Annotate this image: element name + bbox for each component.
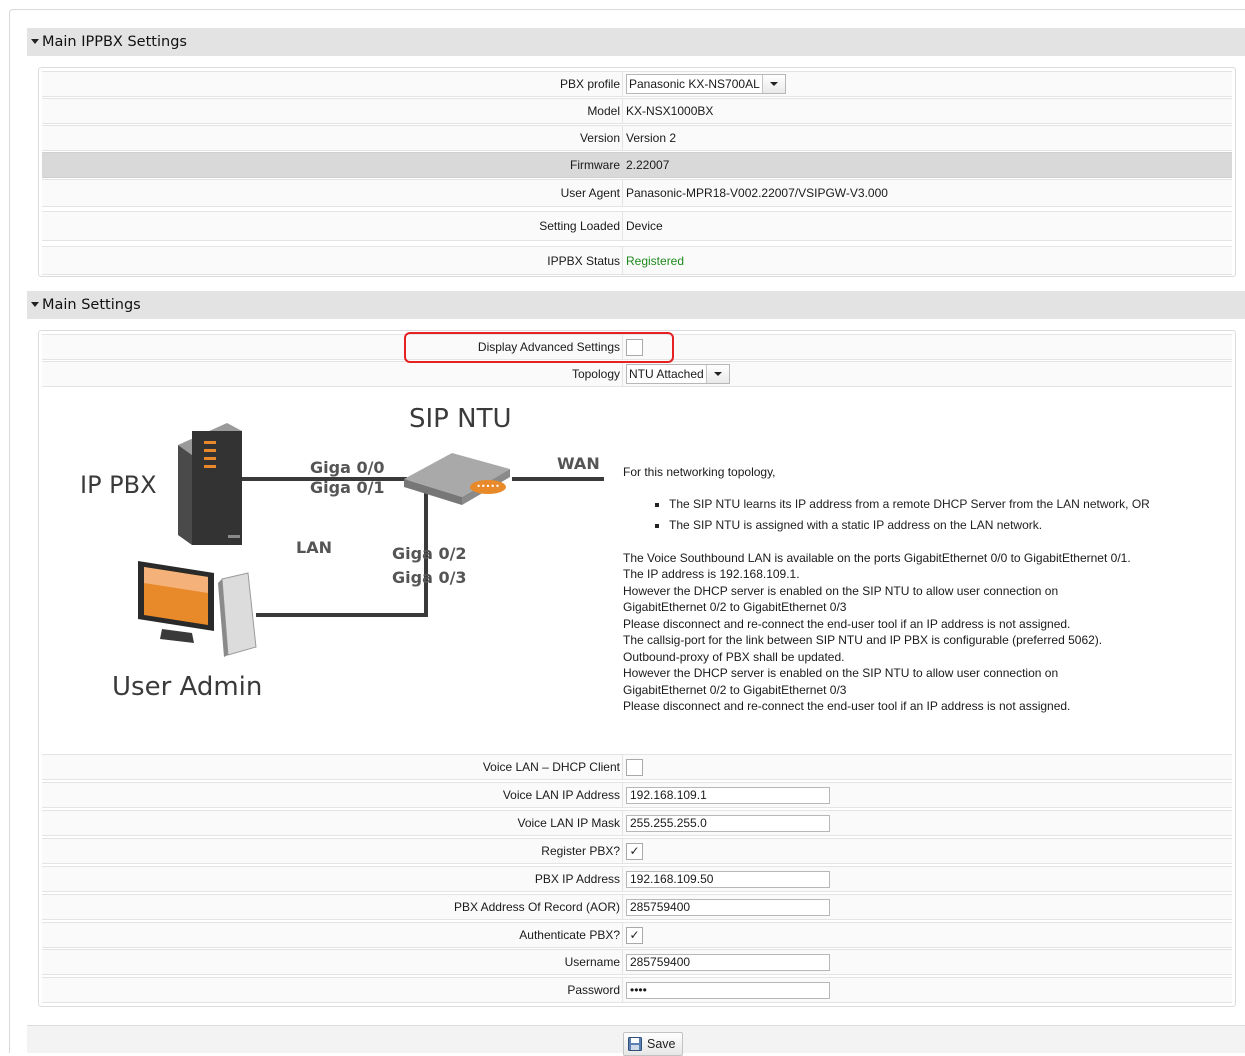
voice-lan-ip-input[interactable]	[626, 786, 830, 804]
diagram-label-giga00: Giga 0/0	[310, 458, 385, 477]
version-value: Version 2	[626, 131, 677, 145]
topology-line: Please disconnect and re-connect the end…	[623, 699, 1071, 713]
diagram-label-wan: WAN	[557, 454, 600, 473]
aor-input[interactable]	[626, 898, 830, 916]
floppy-disk-icon	[628, 1037, 642, 1051]
authenticate-pbx-checkbox[interactable]: ✓	[626, 926, 643, 944]
version-label: Version	[579, 131, 620, 145]
dhcp-client-checkbox[interactable]	[626, 758, 643, 776]
diagram-label-giga01: Giga 0/1	[310, 478, 385, 497]
pbx-profile-value: Panasonic KX-NS700AL	[629, 77, 760, 91]
row-register-pbx: Register PBX? ✓	[42, 838, 1232, 864]
save-button-label: Save	[647, 1037, 676, 1051]
topology-description: For this networking topology, The SIP NT…	[623, 393, 1229, 751]
topology-line: The IP address is 192.168.109.1.	[623, 567, 800, 581]
main-ippbx-panel: PBX profile Panasonic KX-NS700AL Model K…	[38, 67, 1236, 277]
dropdown-arrow-icon[interactable]	[761, 75, 785, 93]
section-header-main-ippbx[interactable]: Main IPPBX Settings	[27, 28, 1245, 56]
row-authenticate-pbx: Authenticate PBX? ✓	[42, 922, 1232, 948]
row-setting-loaded: Setting Loaded Device	[42, 211, 1232, 241]
firmware-label: Firmware	[570, 158, 620, 172]
ippbx-status-value: Registered	[626, 253, 685, 268]
section-title: Main IPPBX Settings	[42, 34, 187, 50]
row-model: Model KX-NSX1000BX	[42, 98, 1232, 124]
pbx-profile-select[interactable]: Panasonic KX-NS700AL	[626, 74, 786, 94]
row-voice-lan-ip: Voice LAN IP Address	[42, 782, 1232, 808]
pbx-ip-input[interactable]	[626, 870, 830, 888]
dropdown-arrow-icon[interactable]	[705, 365, 729, 383]
row-username: Username	[42, 949, 1232, 975]
topology-line: The Voice Southbound LAN is available on…	[623, 550, 1131, 565]
firmware-value: 2.22007	[626, 158, 670, 172]
main-settings-panel: Display Advanced Settings Topology NTU A…	[38, 330, 1236, 1007]
highlight-box	[404, 332, 674, 363]
row-password: Password	[42, 977, 1232, 1003]
register-pbx-label: Register PBX?	[541, 844, 620, 858]
row-firmware: Firmware 2.22007	[42, 152, 1232, 178]
setting-loaded-value: Device	[626, 219, 663, 233]
diagram-label-user-admin: User Admin	[112, 672, 262, 702]
collapse-triangle-icon[interactable]	[31, 301, 39, 307]
svg-text:•••••: •••••	[476, 482, 500, 491]
row-version: Version Version 2	[42, 125, 1232, 151]
topology-diagram: ••••• SIP NTU IP PBX WAN Giga 0/0 Giga 0…	[42, 393, 622, 751]
row-aor: PBX Address Of Record (AOR)	[42, 894, 1232, 920]
voice-lan-mask-label: Voice LAN IP Mask	[517, 816, 621, 830]
pbx-profile-label: PBX profile	[559, 77, 620, 91]
row-pbx-profile: PBX profile Panasonic KX-NS700AL	[42, 71, 1232, 97]
dhcp-client-label: Voice LAN – DHCP Client	[482, 760, 620, 774]
register-pbx-checkbox[interactable]: ✓	[626, 842, 643, 860]
topology-line: Please disconnect and re-connect the end…	[623, 616, 1071, 631]
diagram-label-giga02: Giga 0/2	[392, 544, 467, 563]
collapse-triangle-icon[interactable]	[31, 38, 39, 44]
row-user-agent: User Agent Panasonic-MPR18-V002.22007/VS…	[42, 179, 1232, 207]
topology-bullet: The SIP NTU is assigned with a static IP…	[669, 515, 1229, 536]
user-agent-value: Panasonic-MPR18-V002.22007/VSIPGW-V3.000	[626, 186, 888, 200]
topology-line: Outbound-proxy of PBX shall be updated.	[623, 649, 845, 664]
username-input[interactable]	[626, 953, 830, 971]
topology-bullet-list: The SIP NTU learns its IP address from a…	[623, 494, 1229, 536]
row-ippbx-status: IPPBX Status Registered	[42, 246, 1232, 275]
diagram-label-giga03: Giga 0/3	[392, 568, 467, 587]
diagram-label-lan: LAN	[296, 538, 332, 557]
password-label: Password	[567, 983, 620, 997]
topology-line: However the DHCP server is enabled on th…	[623, 583, 1059, 598]
section-title: Main Settings	[42, 297, 141, 313]
model-label: Model	[587, 104, 620, 118]
user-agent-label: User Agent	[560, 186, 620, 200]
topology-line: GigabitEthernet 0/2 to GigabitEthernet 0…	[623, 682, 847, 697]
topology-label: Topology	[571, 367, 620, 381]
password-input[interactable]	[626, 981, 830, 999]
topology-line: GigabitEthernet 0/2 to GigabitEthernet 0…	[623, 600, 847, 614]
voice-lan-mask-input[interactable]	[626, 814, 830, 832]
model-value: KX-NSX1000BX	[626, 104, 714, 118]
topology-select[interactable]: NTU Attached	[626, 364, 730, 384]
topology-bullet: The SIP NTU learns its IP address from a…	[669, 494, 1229, 515]
row-voice-lan-mask: Voice LAN IP Mask	[42, 810, 1232, 836]
row-pbx-ip: PBX IP Address	[42, 866, 1232, 892]
username-label: Username	[564, 955, 620, 969]
topology-intro: For this networking topology,	[623, 465, 776, 479]
diagram-label-ip-pbx: IP PBX	[80, 471, 157, 499]
row-topology: Topology NTU Attached	[42, 361, 1232, 387]
network-diagram-icon: ••••• SIP NTU IP PBX WAN Giga 0/0 Giga 0…	[80, 404, 604, 702]
ippbx-status-label: IPPBX Status	[547, 253, 620, 268]
diagram-label-sip-ntu: SIP NTU	[409, 404, 511, 434]
topology-line: However the DHCP server is enabled on th…	[623, 666, 1059, 680]
setting-loaded-label: Setting Loaded	[539, 219, 620, 233]
pbx-ip-label: PBX IP Address	[534, 872, 620, 886]
topology-line: The callsig-port for the link between SI…	[623, 633, 1103, 647]
section-header-main-settings[interactable]: Main Settings	[27, 291, 1245, 319]
save-button[interactable]: Save	[623, 1032, 683, 1056]
row-dhcp-client: Voice LAN – DHCP Client	[42, 754, 1232, 780]
topology-value: NTU Attached	[629, 367, 704, 381]
voice-lan-ip-label: Voice LAN IP Address	[502, 788, 620, 802]
authenticate-pbx-label: Authenticate PBX?	[519, 928, 620, 942]
aor-label: PBX Address Of Record (AOR)	[453, 900, 620, 914]
